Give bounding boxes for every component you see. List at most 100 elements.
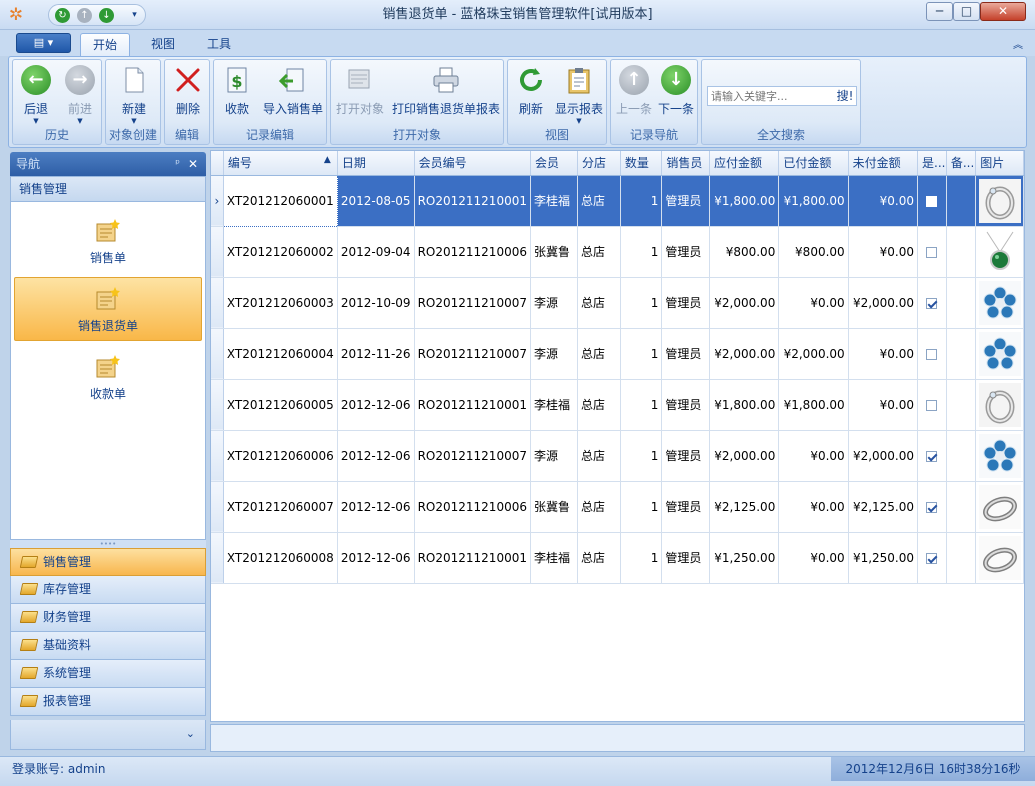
nav-item-receipt[interactable]: 收款单	[14, 346, 202, 410]
minimize-button[interactable]: ─	[926, 2, 953, 21]
table-row[interactable]: XT201212060008 2012-12-06 RO201211210001 李桂…	[211, 532, 1024, 584]
row-indicator[interactable]	[211, 328, 224, 380]
cell-member[interactable]: 李源	[530, 277, 578, 329]
cell-member[interactable]: 李源	[530, 430, 578, 482]
cell-quantity[interactable]: 1	[620, 379, 663, 431]
column-header[interactable]: 备...	[946, 151, 977, 176]
cell-store[interactable]: 总店	[577, 226, 621, 278]
cell-amount-paid[interactable]: ¥2,000.00	[778, 328, 849, 380]
cell-salesperson[interactable]: 管理员	[661, 430, 710, 482]
cell-member[interactable]: 李桂福	[530, 532, 578, 584]
cell-flag[interactable]	[917, 175, 947, 227]
cell-member-id[interactable]: RO201211210006	[414, 226, 531, 278]
cell-store[interactable]: 总店	[577, 532, 621, 584]
refresh-button[interactable]: 刷新	[511, 62, 551, 128]
cell-flag[interactable]	[917, 481, 947, 533]
cell-member-id[interactable]: RO201211210007	[414, 277, 531, 329]
cell-store[interactable]: 总店	[577, 481, 621, 533]
row-indicator[interactable]: ›	[211, 175, 224, 227]
column-header[interactable]: 图片	[975, 151, 1024, 176]
cell-salesperson[interactable]: 管理员	[661, 379, 710, 431]
delete-button[interactable]: 删除	[168, 62, 208, 128]
tab-view[interactable]: 视图	[140, 33, 186, 56]
print-report-button[interactable]: 打印销售退货单报表	[389, 62, 503, 128]
flag-checkbox[interactable]	[926, 246, 938, 258]
close-nav-icon[interactable]: ✕	[188, 152, 198, 176]
row-indicator[interactable]	[211, 379, 224, 431]
tab-tools[interactable]: 工具	[196, 33, 242, 56]
cell-salesperson[interactable]: 管理员	[661, 532, 710, 584]
cell-date[interactable]: 2012-08-05	[337, 175, 415, 227]
cell-member-id[interactable]: RO201211210007	[414, 430, 531, 482]
open-object-button[interactable]: 打开对象	[334, 62, 386, 128]
nav-splitter[interactable]: ••••	[10, 540, 206, 548]
cell-amount-due[interactable]: ¥1,800.00	[709, 379, 780, 431]
cell-image[interactable]	[975, 481, 1024, 533]
cell-id[interactable]: XT201212060006	[223, 430, 338, 482]
row-indicator[interactable]	[211, 226, 224, 278]
cell-amount-due[interactable]: ¥2,125.00	[709, 481, 780, 533]
module-basic-data[interactable]: 基础资料	[10, 632, 206, 660]
flag-checkbox[interactable]	[926, 348, 938, 360]
cell-member[interactable]: 李源	[530, 328, 578, 380]
cell-flag[interactable]	[917, 532, 947, 584]
row-indicator[interactable]	[211, 430, 224, 482]
cell-quantity[interactable]: 1	[620, 430, 663, 482]
column-header[interactable]: 编号 ▲	[223, 151, 338, 176]
cell-salesperson[interactable]: 管理员	[661, 175, 710, 227]
receive-payment-button[interactable]: $ 收款	[217, 62, 257, 128]
cell-amount-due[interactable]: ¥2,000.00	[709, 430, 780, 482]
cell-image[interactable]	[975, 328, 1024, 380]
cell-id[interactable]: XT201212060001	[222, 174, 338, 227]
cell-amount-paid[interactable]: ¥0.00	[778, 430, 849, 482]
cell-flag[interactable]	[917, 226, 947, 278]
cell-date[interactable]: 2012-12-06	[337, 430, 415, 482]
cell-amount-due[interactable]: ¥1,250.00	[709, 532, 780, 584]
cell-image[interactable]	[975, 532, 1024, 584]
cell-id[interactable]: XT201212060007	[223, 481, 338, 533]
table-row[interactable]: XT201212060006 2012-12-06 RO201211210007 李源…	[211, 430, 1024, 482]
column-header[interactable]: 已付金额	[778, 151, 849, 176]
row-indicator[interactable]	[211, 532, 224, 584]
cell-store[interactable]: 总店	[577, 430, 621, 482]
nav-item-sales-return[interactable]: 销售退货单	[14, 277, 202, 341]
cell-amount-unpaid[interactable]: ¥0.00	[848, 175, 919, 227]
cell-id[interactable]: XT201212060008	[223, 532, 338, 584]
cell-image[interactable]	[975, 226, 1024, 278]
table-row[interactable]: XT201212060004 2012-11-26 RO201211210007 李源…	[211, 328, 1024, 380]
cell-date[interactable]: 2012-12-06	[337, 379, 415, 431]
flag-checkbox[interactable]	[926, 195, 938, 207]
new-button[interactable]: 新建 ▼	[110, 62, 158, 128]
row-indicator[interactable]	[211, 481, 224, 533]
cell-amount-paid[interactable]: ¥0.00	[778, 532, 849, 584]
cell-date[interactable]: 2012-09-04	[337, 226, 415, 278]
cell-image[interactable]	[975, 277, 1024, 329]
cell-id[interactable]: XT201212060005	[223, 379, 338, 431]
chevron-down-icon[interactable]: ⌄	[186, 727, 195, 740]
cell-salesperson[interactable]: 管理员	[661, 226, 710, 278]
previous-record-button[interactable]: ↑ 上一条	[613, 62, 655, 128]
cell-salesperson[interactable]: 管理员	[661, 277, 710, 329]
cell-amount-due[interactable]: ¥2,000.00	[709, 277, 780, 329]
flag-checkbox[interactable]	[926, 450, 938, 462]
application-menu-button[interactable]: ▤ ▾	[16, 33, 71, 53]
cell-salesperson[interactable]: 管理员	[661, 481, 710, 533]
cell-quantity[interactable]: 1	[620, 226, 663, 278]
cell-amount-paid[interactable]: ¥0.00	[778, 481, 849, 533]
module-system[interactable]: 系统管理	[10, 660, 206, 688]
cell-id[interactable]: XT201212060004	[223, 328, 338, 380]
nav-item-sales-order[interactable]: 销售单	[14, 210, 202, 274]
column-header[interactable]: 会员	[530, 151, 578, 176]
column-header[interactable]: 销售员	[661, 151, 710, 176]
cell-date[interactable]: 2012-11-26	[337, 328, 415, 380]
cell-amount-unpaid[interactable]: ¥1,250.00	[848, 532, 919, 584]
cell-id[interactable]: XT201212060002	[223, 226, 338, 278]
module-inventory[interactable]: 库存管理	[10, 576, 206, 604]
collapse-ribbon-icon[interactable]: ︽	[1013, 36, 1023, 51]
cell-quantity[interactable]: 1	[620, 328, 663, 380]
next-record-button[interactable]: ↓ 下一条	[655, 62, 697, 128]
module-finance[interactable]: 财务管理	[10, 604, 206, 632]
cell-store[interactable]: 总店	[577, 175, 621, 227]
cell-amount-unpaid[interactable]: ¥0.00	[848, 328, 919, 380]
cell-amount-unpaid[interactable]: ¥0.00	[848, 226, 919, 278]
